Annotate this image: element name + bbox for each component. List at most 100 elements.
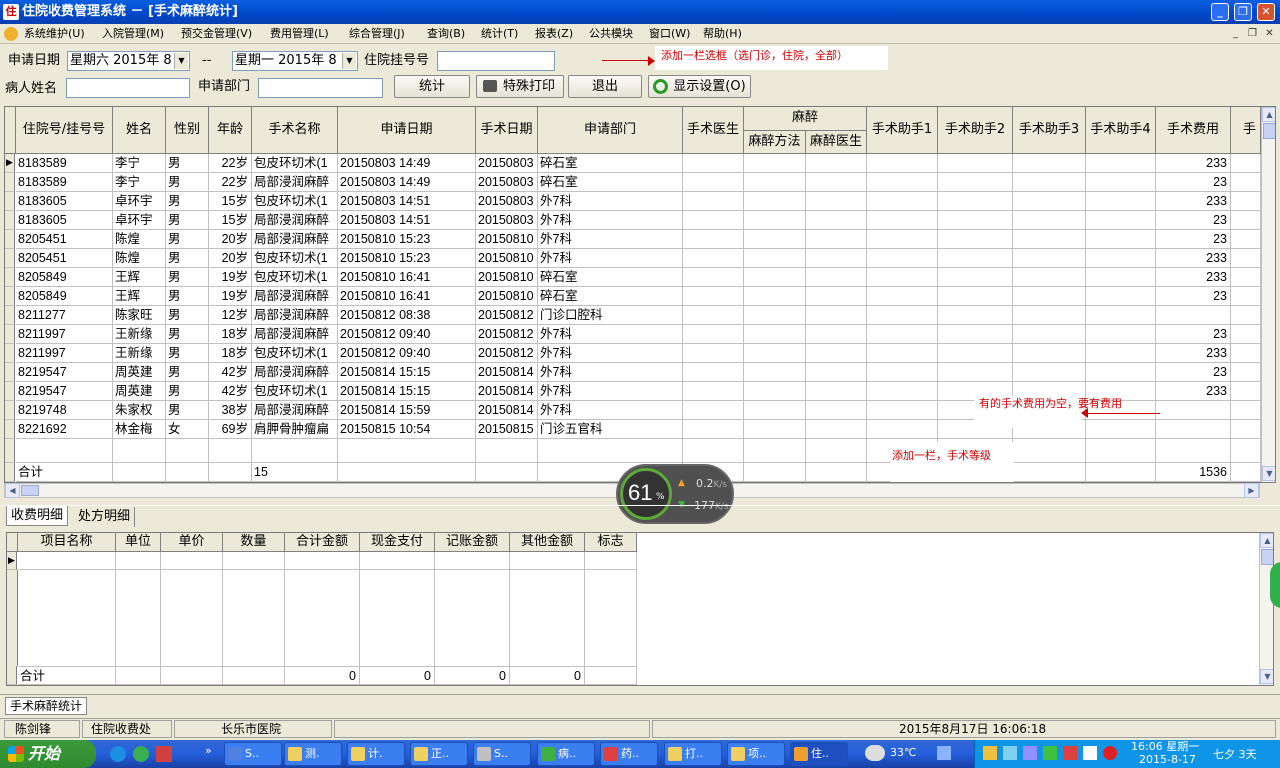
blank-cell[interactable] xyxy=(538,439,683,463)
cell-surgeon[interactable] xyxy=(683,363,744,382)
grid-hscroll-thumb[interactable] xyxy=(21,485,39,496)
cell-asst2[interactable] xyxy=(938,154,1013,173)
cell-anes-method[interactable] xyxy=(744,268,806,287)
cell-age[interactable]: 42岁 xyxy=(209,382,252,401)
cell-more[interactable] xyxy=(1231,363,1261,382)
cell-dept[interactable]: 碎石室 xyxy=(538,287,683,306)
cell-op-name[interactable]: 局部浸润麻醉 xyxy=(252,306,338,325)
more-icon[interactable]: » xyxy=(205,744,212,757)
start-date-picker[interactable]: 星期六 2015年 8 ▼ xyxy=(67,51,190,71)
cell-asst4[interactable] xyxy=(1086,287,1156,306)
tray-icon-2[interactable] xyxy=(1003,746,1017,760)
cell-op-date[interactable]: 20150810 xyxy=(476,249,538,268)
cell-apply-date[interactable]: 20150810 15:23 xyxy=(338,230,476,249)
cell-fee[interactable]: 23 xyxy=(1156,211,1231,230)
cell-asst2[interactable] xyxy=(938,249,1013,268)
cell-op-date[interactable]: 20150803 xyxy=(476,173,538,192)
taskbar-button-3[interactable]: 正.. xyxy=(410,742,468,766)
cell-asst2[interactable] xyxy=(938,211,1013,230)
cell-asst1[interactable] xyxy=(867,173,938,192)
mdi-tab-surgery[interactable]: 手术麻醉统计 xyxy=(5,697,88,715)
cell-asst1[interactable] xyxy=(867,325,938,344)
cell-hosp-no[interactable]: 8205451 xyxy=(16,230,113,249)
cell-asst2[interactable] xyxy=(938,192,1013,211)
cell-asst3[interactable] xyxy=(1013,344,1086,363)
cell-surgeon[interactable] xyxy=(683,154,744,173)
cell-surgeon[interactable] xyxy=(683,230,744,249)
taskbar-button-1[interactable]: 测. xyxy=(284,742,342,766)
cell-asst3[interactable] xyxy=(1013,173,1086,192)
cell-more[interactable] xyxy=(1231,192,1261,211)
cell-sex[interactable]: 男 xyxy=(166,325,209,344)
cell-age[interactable]: 19岁 xyxy=(209,268,252,287)
cell-age[interactable]: 22岁 xyxy=(209,173,252,192)
tab-rx-detail[interactable]: 处方明细 xyxy=(74,507,136,527)
detail-col-3[interactable]: 数量 xyxy=(223,533,285,552)
detail-vscroll-thumb[interactable] xyxy=(1261,549,1273,565)
cell-anes-doctor[interactable] xyxy=(806,173,867,192)
scroll-right-icon[interactable]: ▶ xyxy=(1244,483,1259,498)
col-dept[interactable]: 申请部门 xyxy=(538,107,683,154)
cell-anes-doctor[interactable] xyxy=(806,363,867,382)
cell-anes-method[interactable] xyxy=(744,382,806,401)
cell-surgeon[interactable] xyxy=(683,287,744,306)
cell-anes-method[interactable] xyxy=(744,211,806,230)
cell-fee[interactable]: 233 xyxy=(1156,344,1231,363)
cell-apply-date[interactable]: 20150812 08:38 xyxy=(338,306,476,325)
row-indicator[interactable] xyxy=(5,306,15,325)
blank-cell[interactable] xyxy=(166,439,209,463)
cell-op-date[interactable]: 20150803 xyxy=(476,154,538,173)
cell-name[interactable]: 李宁 xyxy=(113,173,166,192)
blank-cell[interactable] xyxy=(806,439,867,463)
cell-op-name[interactable]: 局部浸润麻醉 xyxy=(252,173,338,192)
cell-asst1[interactable] xyxy=(867,363,938,382)
cell-more[interactable] xyxy=(1231,173,1261,192)
col-name[interactable]: 姓名 xyxy=(113,107,166,154)
cell-fee[interactable] xyxy=(1156,306,1231,325)
col-asst2[interactable]: 手术助手2 xyxy=(938,107,1013,154)
col-asst1[interactable]: 手术助手1 xyxy=(867,107,938,154)
display-settings-button[interactable]: 显示设置(O) xyxy=(648,75,751,98)
cell-fee[interactable]: 23 xyxy=(1156,173,1231,192)
cell-name[interactable]: 林金梅 xyxy=(113,420,166,439)
menu-system[interactable]: 系统维护(U) xyxy=(24,26,85,42)
cell-sex[interactable]: 男 xyxy=(166,249,209,268)
special-print-button[interactable]: 特殊打印 xyxy=(476,75,564,98)
menu-general[interactable]: 综合管理(J) xyxy=(349,26,405,42)
cell-sex[interactable]: 男 xyxy=(166,268,209,287)
cell-asst1[interactable] xyxy=(867,211,938,230)
cell-asst4[interactable] xyxy=(1086,230,1156,249)
cell-anes-method[interactable] xyxy=(744,401,806,420)
detail-grid[interactable]: 项目名称 单位 单价 数量 合计金额 现金支付 记账金额 其他金额 标志 ▶ 合计 0 0 0 0 ▲ ▼ xyxy=(6,532,1274,686)
stat-button[interactable]: 统计 xyxy=(394,75,470,98)
cell-apply-date[interactable]: 20150814 15:15 xyxy=(338,363,476,382)
tray-icon-5[interactable] xyxy=(1063,746,1077,760)
cell-asst4[interactable] xyxy=(1086,363,1156,382)
detail-col-6[interactable]: 记账金额 xyxy=(435,533,510,552)
cell-fee[interactable]: 23 xyxy=(1156,363,1231,382)
cell-asst1[interactable] xyxy=(867,268,938,287)
cell-anes-method[interactable] xyxy=(744,249,806,268)
menu-report[interactable]: 报表(Z) xyxy=(535,26,573,42)
cell-name[interactable]: 周英建 xyxy=(113,382,166,401)
cell-age[interactable]: 18岁 xyxy=(209,325,252,344)
cell-asst3[interactable] xyxy=(1013,230,1086,249)
cell-asst1[interactable] xyxy=(867,249,938,268)
cell-hosp-no[interactable]: 8219748 xyxy=(16,401,113,420)
detail-cell[interactable] xyxy=(161,552,223,570)
col-anes-method[interactable]: 麻醉方法 xyxy=(744,131,806,154)
tray-monitor-icon[interactable] xyxy=(937,746,951,760)
cell-asst4[interactable] xyxy=(1086,268,1156,287)
end-date-picker[interactable]: 星期一 2015年 8 ▼ xyxy=(232,51,358,71)
cell-age[interactable]: 20岁 xyxy=(209,249,252,268)
blank-cell[interactable] xyxy=(113,439,166,463)
cell-asst1[interactable] xyxy=(867,401,938,420)
cell-anes-method[interactable] xyxy=(744,192,806,211)
menu-admission[interactable]: 入院管理(M) xyxy=(102,26,164,42)
app-launcher-icon[interactable] xyxy=(156,746,172,762)
detail-col-0[interactable]: 项目名称 xyxy=(18,533,116,552)
scroll-up-icon[interactable]: ▲ xyxy=(1262,107,1275,122)
col-more[interactable]: 手 xyxy=(1231,107,1261,154)
cell-asst4[interactable] xyxy=(1086,249,1156,268)
taskbar-button-9[interactable]: 住.. xyxy=(790,742,848,766)
